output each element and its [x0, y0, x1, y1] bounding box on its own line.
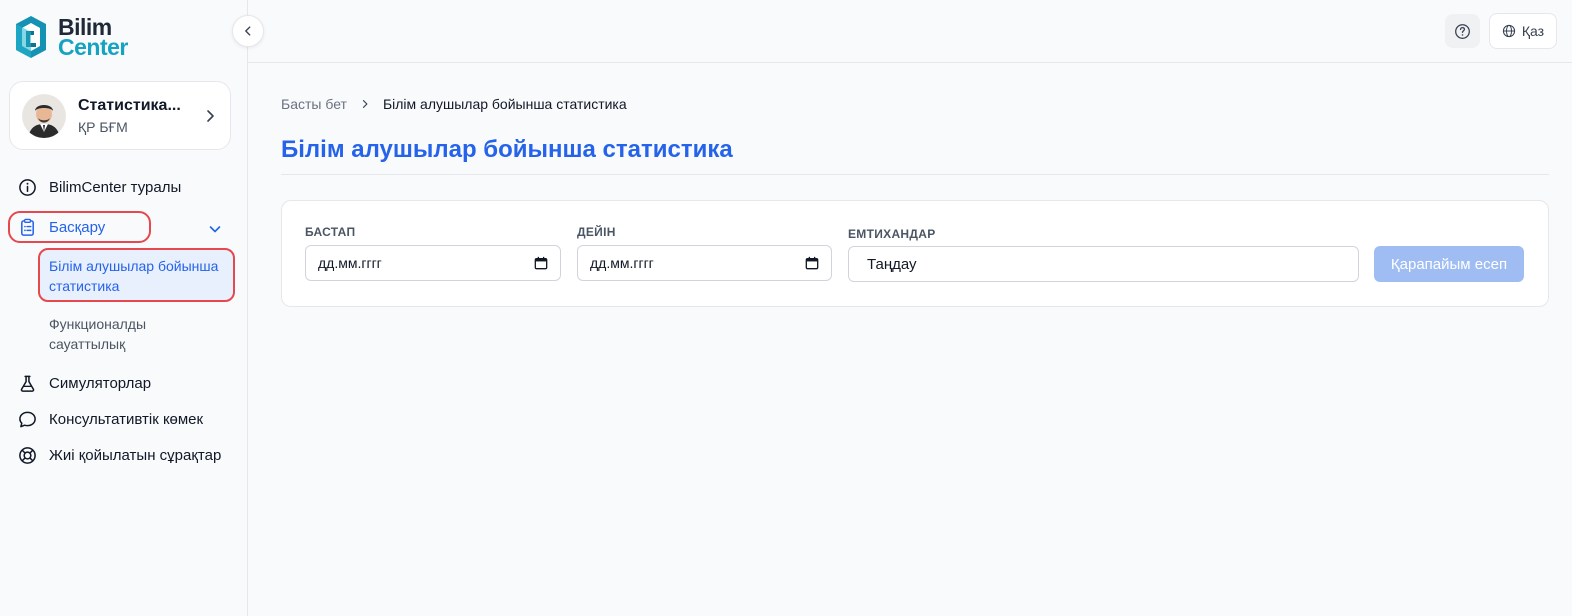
- nav-item-faq[interactable]: Жиі қойылатын сұрақтар: [18, 446, 221, 465]
- nav-item-consult[interactable]: Консультативтік көмек: [18, 410, 203, 429]
- question-circle-icon: [1455, 23, 1470, 39]
- from-date-value: дд.мм.гггг: [318, 255, 382, 271]
- info-icon: [19, 179, 36, 196]
- nav-item-about[interactable]: BilimCenter туралы: [18, 178, 181, 197]
- from-date-label: БАСТАП: [305, 225, 356, 239]
- sidebar-item-student-stats[interactable]: Білім алушылар бойынша статистика: [38, 248, 235, 302]
- logo-text: Bilim Center: [58, 16, 128, 60]
- page-title: Білім алушылар бойынша статистика: [281, 136, 733, 163]
- nav-item-consult-label: Консультативтік көмек: [49, 411, 204, 428]
- title-divider: [281, 174, 1549, 175]
- logo-line2: Center: [58, 34, 128, 60]
- logo-icon: [16, 16, 46, 58]
- calendar-icon[interactable]: [805, 256, 819, 270]
- nav-item-management[interactable]: Басқару: [18, 218, 105, 237]
- profile-card[interactable]: Статистика... ҚР БҒМ: [9, 81, 231, 150]
- avatar: [22, 93, 66, 138]
- exams-select-value: Таңдау: [867, 255, 917, 273]
- profile-name: Статистика...: [78, 96, 181, 114]
- sidebar-item-functional-literacy[interactable]: Функционалды сауаттылық: [38, 306, 235, 362]
- breadcrumb: Басты бет Білім алушылар бойынша статист…: [281, 96, 627, 112]
- calendar-icon[interactable]: [534, 256, 548, 270]
- sidebar-collapse-button[interactable]: [232, 15, 264, 47]
- lifebuoy-icon: [19, 447, 36, 464]
- nav-item-about-label: BilimCenter туралы: [49, 179, 182, 196]
- profile-org: ҚР БҒМ: [78, 118, 128, 135]
- top-bar: [248, 0, 1572, 63]
- chevron-left-icon: [245, 26, 251, 36]
- profile-text: Статистика... ҚР БҒМ: [78, 97, 196, 135]
- exams-label: ЕМТИХАНДАР: [848, 227, 936, 241]
- breadcrumb-home[interactable]: Басты бет: [281, 96, 347, 112]
- help-button[interactable]: [1445, 14, 1480, 48]
- breadcrumb-current: Білім алушылар бойынша статистика: [382, 96, 627, 112]
- nav-item-simulators[interactable]: Симуляторлар: [18, 374, 151, 393]
- nav-item-faq-label: Жиі қойылатын сұрақтар: [49, 447, 222, 464]
- exams-select[interactable]: Таңдау: [848, 246, 1359, 282]
- chat-bubble-icon: [19, 411, 36, 428]
- chevron-down-icon[interactable]: [207, 221, 223, 237]
- logo[interactable]: Bilim Center: [12, 14, 128, 60]
- from-date-input[interactable]: дд.мм.гггг: [305, 245, 561, 281]
- flask-icon: [20, 375, 35, 392]
- to-date-input[interactable]: дд.мм.гггг: [577, 245, 832, 281]
- language-switcher[interactable]: Қаз: [1489, 13, 1557, 49]
- globe-icon: [1502, 24, 1516, 38]
- chevron-right-icon: [207, 109, 214, 122]
- simple-report-button[interactable]: Қарапайым есеп: [1374, 246, 1524, 282]
- to-date-label: ДЕЙІН: [577, 225, 616, 239]
- language-label: Қаз: [1521, 23, 1545, 39]
- clipboard-list-icon: [21, 218, 34, 236]
- nav-item-management-label: Басқару: [49, 219, 106, 236]
- nav-item-simulators-label: Симуляторлар: [49, 375, 152, 392]
- sidebar: Bilim Center Статистика... ҚР БҒМ BilimC…: [0, 0, 248, 616]
- chevron-right-icon: [362, 100, 368, 108]
- to-date-value: дд.мм.гггг: [590, 255, 654, 271]
